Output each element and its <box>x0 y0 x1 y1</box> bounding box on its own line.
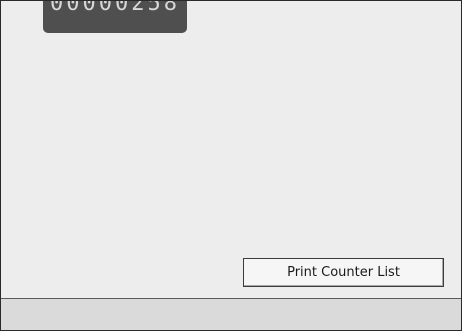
counter-display: 00000258 <box>43 0 187 33</box>
counter-value: 00000258 <box>50 0 180 16</box>
print-counter-list-button[interactable]: Print Counter List <box>243 258 444 287</box>
counter-screen: 00000258 Print Counter List <box>0 0 462 331</box>
bottom-status-bar <box>1 298 461 330</box>
